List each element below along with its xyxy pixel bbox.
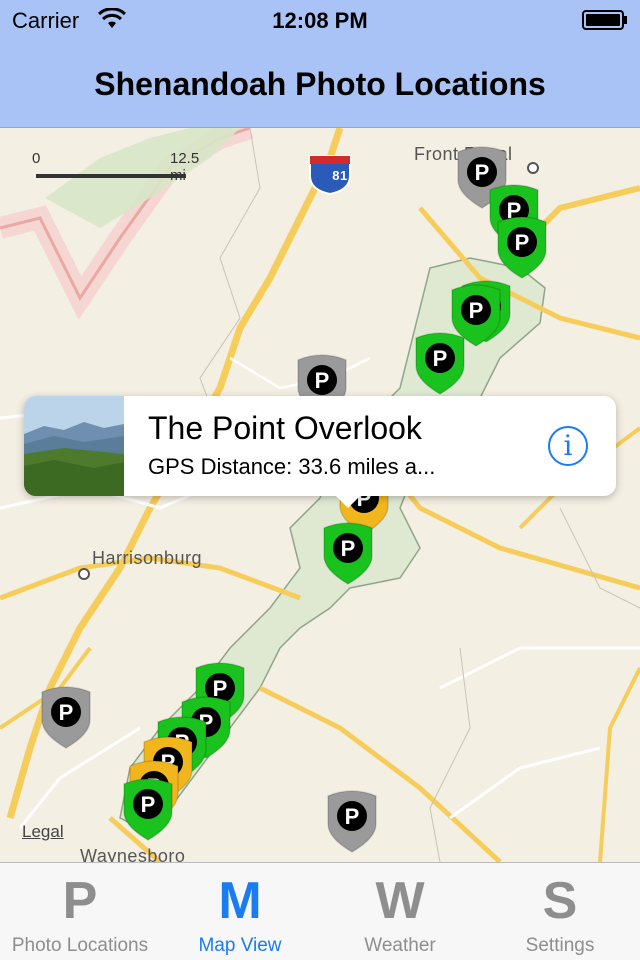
svg-text:P: P (315, 368, 330, 393)
city-label-waynesboro: Waynesboro (80, 846, 186, 862)
svg-text:P: P (345, 804, 360, 829)
location-callout[interactable]: The Point Overlook GPS Distance: 33.6 mi… (24, 396, 616, 508)
map-scale: 0 12.5 mi (30, 148, 199, 188)
info-icon[interactable]: i (548, 426, 588, 466)
navigation-bar: Shenandoah Photo Locations (0, 40, 640, 128)
map-pin[interactable]: P (36, 682, 96, 752)
scale-start-label: 0 (32, 150, 41, 167)
callout-tail (334, 494, 362, 508)
callout-subtitle: GPS Distance: 33.6 miles a... (148, 454, 436, 479)
map-pin[interactable]: P (322, 786, 382, 856)
map-pin[interactable]: P (118, 774, 178, 844)
svg-text:P: P (141, 792, 156, 817)
scale-end-label: 12.5 mi (170, 150, 200, 184)
map-pin[interactable]: P (318, 518, 378, 588)
tab-label: Map View (198, 935, 282, 956)
location-thumbnail (24, 396, 124, 496)
tab-photo-locations[interactable]: P Photo Locations (0, 863, 160, 960)
svg-text:P: P (469, 298, 484, 323)
map-pin-icon: P (327, 790, 377, 853)
city-label-harrisonburg: Harrisonburg (92, 548, 203, 568)
map-pin-icon: P (123, 778, 173, 841)
map-pin-icon: P (323, 522, 373, 585)
map-pin-icon: P (41, 686, 91, 749)
map-pin[interactable]: P (410, 328, 470, 398)
tab-settings[interactable]: S Settings (480, 863, 640, 960)
svg-text:P: P (59, 700, 74, 725)
legal-link[interactable]: Legal (22, 822, 64, 842)
tab-label: Settings (525, 935, 595, 956)
scale-bar (36, 174, 186, 178)
status-bar: Carrier 12:08 PM (0, 0, 640, 40)
svg-text:P: P (515, 230, 530, 255)
svg-text:P: P (433, 346, 448, 371)
clock: 12:08 PM (272, 8, 368, 33)
map-view-icon: M (218, 872, 262, 930)
map-pin[interactable]: P (492, 212, 552, 282)
settings-icon: S (542, 872, 578, 930)
battery-icon (582, 10, 627, 30)
photo-locations-icon: P (62, 872, 98, 930)
interstate-number: 81 (332, 168, 348, 183)
svg-text:P: P (341, 536, 356, 561)
page-title: Shenandoah Photo Locations (94, 66, 546, 102)
map-pin-icon: P (497, 216, 547, 279)
tab-weather[interactable]: W Weather (320, 863, 480, 960)
tab-bar: P Photo Locations M Map View W Weather S… (0, 862, 640, 960)
tab-label: Photo Locations (11, 935, 149, 956)
map-pin-icon: P (415, 332, 465, 395)
tab-map-view[interactable]: M Map View (160, 863, 320, 960)
tab-label: Weather (364, 935, 436, 956)
callout-title: The Point Overlook (148, 410, 422, 446)
weather-icon: W (375, 872, 425, 930)
